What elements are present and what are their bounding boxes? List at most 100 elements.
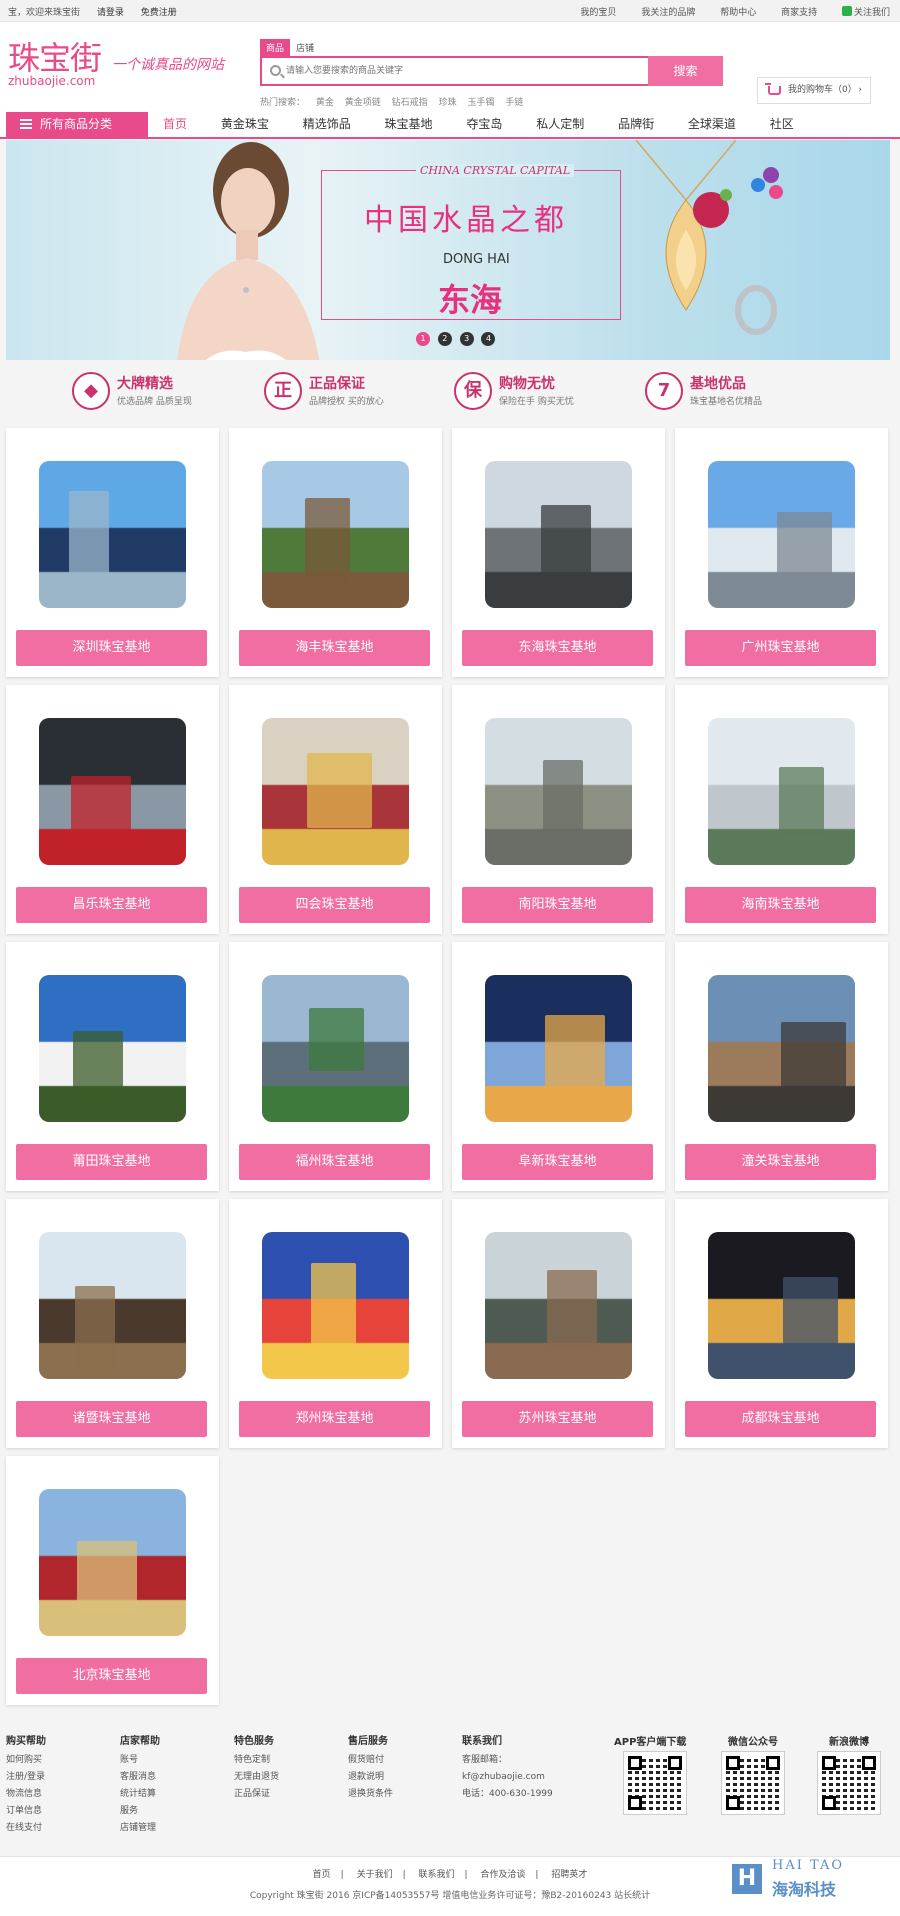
footer-link[interactable]: 店铺管理	[120, 1820, 160, 1837]
base-card[interactable]: 昌乐珠宝基地	[6, 685, 219, 934]
base-button[interactable]: 郑州珠宝基地	[239, 1401, 430, 1437]
cart-button[interactable]: 我的购物车（0） ›	[757, 77, 871, 104]
base-button[interactable]: 阜新珠宝基地	[462, 1144, 653, 1180]
base-photo[interactable]	[708, 461, 855, 608]
search-input[interactable]	[286, 62, 586, 80]
nav-brand-street[interactable]: 品牌街	[618, 112, 654, 137]
banner-page-dot[interactable]: 2	[437, 332, 452, 346]
footer-link[interactable]: 服务	[120, 1803, 160, 1820]
footer-link[interactable]: 物流信息	[6, 1786, 46, 1803]
hero-banner[interactable]: CHINA CRYSTAL CAPITAL 中国水晶之都 DONG HAI 东海…	[6, 140, 890, 360]
hot-term[interactable]: 手链	[505, 98, 523, 108]
tab-products[interactable]: 商品	[260, 39, 291, 56]
bottom-link-home[interactable]: 首页	[313, 1870, 331, 1880]
base-button[interactable]: 莆田珠宝基地	[16, 1144, 207, 1180]
base-card[interactable]: 广州珠宝基地	[675, 428, 888, 677]
base-photo[interactable]	[262, 718, 409, 865]
contact-email[interactable]: kf@zhubaojie.com	[462, 1769, 553, 1786]
footer-link[interactable]: 在线支付	[6, 1820, 46, 1837]
nav-global[interactable]: 全球渠道	[688, 112, 736, 137]
help-center-link[interactable]: 帮助中心	[720, 8, 756, 18]
base-photo[interactable]	[39, 461, 186, 608]
base-button[interactable]: 北京珠宝基地	[16, 1658, 207, 1694]
register-link[interactable]: 免费注册	[141, 8, 177, 18]
base-card[interactable]: 南阳珠宝基地	[452, 685, 665, 934]
nav-gold-jewelry[interactable]: 黄金珠宝	[221, 112, 269, 137]
footer-link[interactable]: 客服消息	[120, 1769, 160, 1786]
base-photo[interactable]	[485, 975, 632, 1122]
base-photo[interactable]	[485, 461, 632, 608]
all-categories-button[interactable]: 所有商品分类	[6, 112, 148, 137]
base-photo[interactable]	[485, 1232, 632, 1379]
base-button[interactable]: 深圳珠宝基地	[16, 630, 207, 666]
nav-home[interactable]: 首页	[163, 112, 187, 137]
base-photo[interactable]	[708, 718, 855, 865]
banner-page-dot[interactable]: 4	[481, 332, 496, 346]
base-photo[interactable]	[262, 461, 409, 608]
banner-page-dot[interactable]: 1	[416, 332, 430, 346]
base-photo[interactable]	[485, 718, 632, 865]
base-photo[interactable]	[708, 975, 855, 1122]
base-card[interactable]: 东海珠宝基地	[452, 428, 665, 677]
base-card[interactable]: 北京珠宝基地	[6, 1456, 219, 1705]
footer-link[interactable]: 假货赔付	[348, 1752, 393, 1769]
footer-link[interactable]: 无理由退货	[234, 1769, 279, 1786]
bottom-link-cooperation[interactable]: 合作及洽谈	[480, 1870, 525, 1880]
follow-us-link[interactable]: 关注我们	[841, 6, 890, 18]
base-button[interactable]: 成都珠宝基地	[685, 1401, 876, 1437]
footer-link[interactable]: 退款说明	[348, 1769, 393, 1786]
base-button[interactable]: 海南珠宝基地	[685, 887, 876, 923]
footer-link[interactable]: 账号	[120, 1752, 160, 1769]
my-items-link[interactable]: 我的宝贝	[580, 8, 616, 18]
bottom-link-jobs[interactable]: 招聘英才	[551, 1870, 587, 1880]
hot-term[interactable]: 玉手镯	[467, 98, 494, 108]
banner-page-dot[interactable]: 3	[459, 332, 474, 346]
base-card[interactable]: 诸暨珠宝基地	[6, 1199, 219, 1448]
base-button[interactable]: 福州珠宝基地	[239, 1144, 430, 1180]
bottom-link-contact[interactable]: 联系我们	[418, 1870, 454, 1880]
nav-accessories[interactable]: 精选饰品	[303, 112, 351, 137]
base-card[interactable]: 海南珠宝基地	[675, 685, 888, 934]
footer-link[interactable]: 注册/登录	[6, 1769, 46, 1786]
base-button[interactable]: 广州珠宝基地	[685, 630, 876, 666]
base-card[interactable]: 潼关珠宝基地	[675, 942, 888, 1191]
footer-link[interactable]: 订单信息	[6, 1803, 46, 1820]
base-photo[interactable]	[708, 1232, 855, 1379]
base-card[interactable]: 苏州珠宝基地	[452, 1199, 665, 1448]
tab-shops[interactable]: 店铺	[290, 39, 320, 56]
base-button[interactable]: 苏州珠宝基地	[462, 1401, 653, 1437]
footer-link[interactable]: 正品保证	[234, 1786, 279, 1803]
bottom-link-about[interactable]: 关于我们	[357, 1870, 393, 1880]
base-photo[interactable]	[262, 1232, 409, 1379]
base-button[interactable]: 四会珠宝基地	[239, 887, 430, 923]
base-button[interactable]: 南阳珠宝基地	[462, 887, 653, 923]
merchant-support-link[interactable]: 商家支持	[781, 8, 817, 18]
base-photo[interactable]	[39, 718, 186, 865]
base-button[interactable]: 海丰珠宝基地	[239, 630, 430, 666]
nav-jewelry-bases[interactable]: 珠宝基地	[385, 112, 433, 137]
hot-term[interactable]: 珍珠	[439, 98, 457, 108]
base-card[interactable]: 郑州珠宝基地	[229, 1199, 442, 1448]
hot-term[interactable]: 黄金	[316, 98, 334, 108]
base-photo[interactable]	[39, 1489, 186, 1636]
search-button[interactable]: 搜索	[648, 56, 723, 86]
base-card[interactable]: 深圳珠宝基地	[6, 428, 219, 677]
base-photo[interactable]	[39, 1232, 186, 1379]
followed-brands-link[interactable]: 我关注的品牌	[641, 8, 695, 18]
base-card[interactable]: 海丰珠宝基地	[229, 428, 442, 677]
footer-link[interactable]: 退换货条件	[348, 1786, 393, 1803]
footer-link[interactable]: 特色定制	[234, 1752, 279, 1769]
nav-community[interactable]: 社区	[770, 112, 794, 137]
site-logo[interactable]: 珠宝街 zhubaojie.com	[8, 40, 102, 88]
base-photo[interactable]	[262, 975, 409, 1122]
base-button[interactable]: 诸暨珠宝基地	[16, 1401, 207, 1437]
hot-term[interactable]: 钻石戒指	[392, 98, 428, 108]
base-card[interactable]: 四会珠宝基地	[229, 685, 442, 934]
base-card[interactable]: 成都珠宝基地	[675, 1199, 888, 1448]
base-card[interactable]: 福州珠宝基地	[229, 942, 442, 1191]
nav-treasure-island[interactable]: 夺宝岛	[466, 112, 502, 137]
base-button[interactable]: 潼关珠宝基地	[685, 1144, 876, 1180]
nav-custom[interactable]: 私人定制	[536, 112, 584, 137]
base-photo[interactable]	[39, 975, 186, 1122]
footer-link[interactable]: 统计结算	[120, 1786, 160, 1803]
